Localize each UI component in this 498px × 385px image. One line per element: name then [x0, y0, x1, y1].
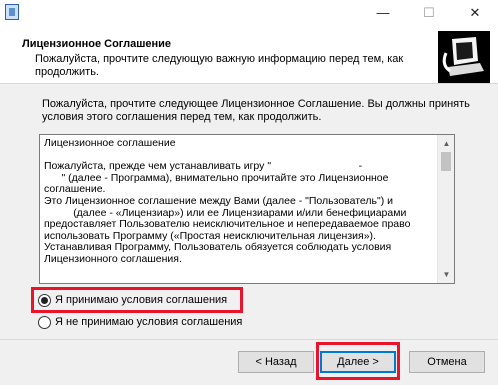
page-subtitle: Пожалуйста, прочтите следующую важную ин…	[35, 53, 404, 78]
license-text-box[interactable]: Лицензионное соглашение Пожалуйста, преж…	[39, 134, 455, 284]
intro-text: Пожалуйста, прочтите следующее Лицензион…	[42, 98, 470, 123]
wizard-header: Лицензионное Соглашение Пожалуйста, проч…	[0, 26, 498, 84]
cancel-button[interactable]: Отмена	[409, 351, 485, 373]
footer-divider	[0, 339, 498, 340]
title-bar: — ☐ ✕	[0, 0, 498, 26]
decline-radio-label: Я не принимаю условия соглашения	[55, 316, 243, 328]
maximize-button[interactable]: ☐	[406, 0, 452, 26]
scroll-down-icon[interactable]: ▼	[438, 266, 454, 283]
accept-radio[interactable]: Я принимаю условия соглашения	[38, 292, 227, 308]
scroll-up-icon[interactable]: ▲	[438, 135, 454, 152]
minimize-button[interactable]: —	[360, 0, 406, 26]
license-scrollbar[interactable]: ▲ ▼	[437, 135, 454, 283]
radio-unchecked-icon[interactable]	[38, 315, 51, 329]
decline-radio[interactable]: Я не принимаю условия соглашения	[38, 314, 242, 330]
back-button[interactable]: < Назад	[238, 351, 314, 373]
radio-checked-icon[interactable]	[38, 293, 51, 307]
page-title: Лицензионное Соглашение	[22, 38, 172, 50]
app-icon	[5, 4, 19, 20]
scroll-thumb[interactable]	[441, 152, 451, 171]
next-button[interactable]: Далее >	[320, 351, 396, 373]
license-text: Лицензионное соглашение Пожалуйста, преж…	[44, 137, 411, 265]
close-button[interactable]: ✕	[452, 0, 498, 26]
accept-radio-label: Я принимаю условия соглашения	[55, 294, 228, 306]
setup-computer-icon	[438, 31, 490, 83]
